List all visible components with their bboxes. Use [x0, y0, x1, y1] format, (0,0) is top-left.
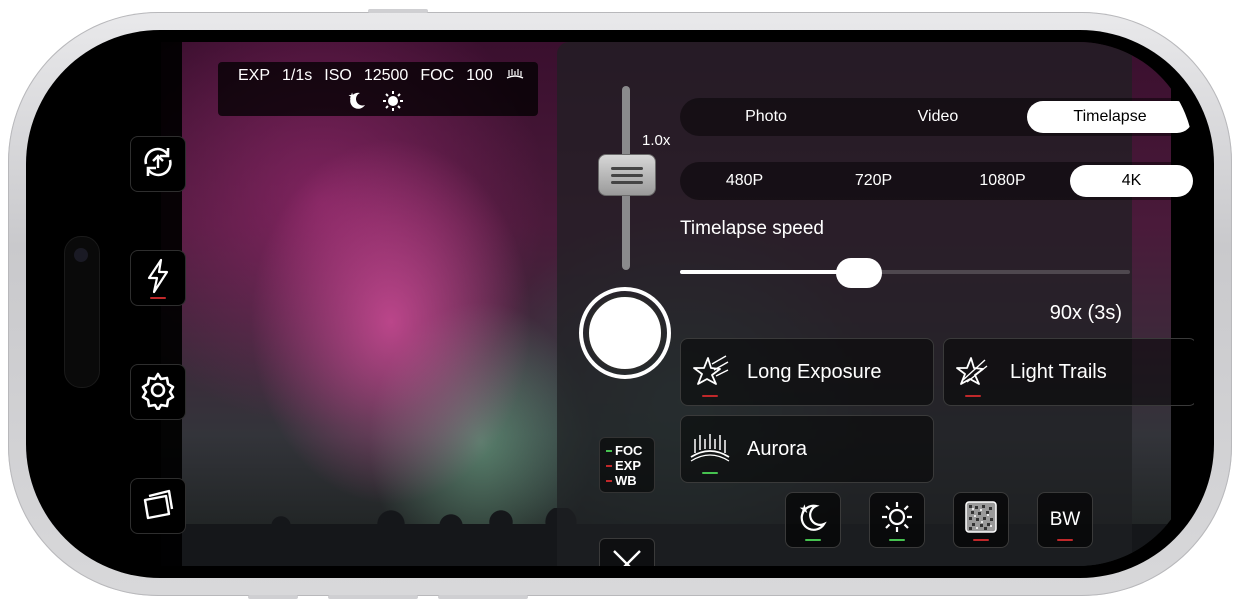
aurora-icon	[505, 67, 525, 86]
long-exposure-icon	[681, 339, 739, 405]
mode-photo-tab[interactable]: Photo	[683, 101, 849, 133]
gallery-button[interactable]	[130, 478, 186, 534]
exp-indicator: EXP	[606, 458, 641, 473]
moon-star-icon: ★	[346, 90, 368, 117]
foc-value: 100	[466, 67, 493, 84]
exp-value: 1/1s	[282, 67, 313, 84]
noise-filter-indicator	[973, 539, 989, 541]
resolution-720p[interactable]: 720P	[812, 165, 935, 197]
capture-mode-selector: Photo Video Timelapse	[680, 98, 1194, 136]
resolution-1080p[interactable]: 1080P	[941, 165, 1064, 197]
flash-button[interactable]	[130, 250, 186, 306]
manual-controls-button[interactable]: FOC EXP WB	[599, 437, 655, 493]
noise-filter-button[interactable]	[953, 492, 1009, 548]
night-mode-button[interactable]: ★	[785, 492, 841, 548]
timelapse-slider-fill	[680, 270, 842, 274]
volume-button	[438, 595, 528, 599]
volume-button	[328, 595, 418, 599]
close-icon	[610, 547, 644, 566]
aurora-icon	[681, 416, 739, 482]
bw-label: BW	[1049, 509, 1081, 530]
settings-button[interactable]	[130, 364, 186, 420]
aurora-indicator	[702, 472, 718, 474]
zoom-label: 1.0x	[642, 132, 671, 149]
bw-filter-button[interactable]: BW	[1037, 492, 1093, 548]
flash-icon	[143, 258, 173, 299]
resolution-480p[interactable]: 480P	[683, 165, 806, 197]
shutter-button[interactable]	[579, 287, 671, 379]
timelapse-speed-value: 90x (3s)	[1049, 302, 1122, 324]
bw-filter-indicator	[1057, 539, 1073, 541]
light-trails-icon	[944, 339, 1002, 405]
sun-icon	[880, 500, 914, 540]
gear-icon	[138, 370, 178, 415]
noise-icon	[965, 501, 997, 539]
effect-long-exposure[interactable]: Long Exposure	[680, 338, 934, 406]
exposure-info-panel: EXP 1/1s ISO 12500 FOC 100 ★	[218, 62, 538, 116]
effect-light-trails[interactable]: Light Trails	[943, 338, 1194, 406]
iso-label: ISO	[324, 67, 352, 84]
rotate-camera-icon	[138, 142, 178, 187]
long-exposure-indicator	[702, 395, 718, 397]
foc-label: FOC	[420, 67, 455, 84]
svg-text:★: ★	[348, 92, 356, 102]
foc-indicator: FOC	[606, 443, 642, 458]
top-button	[368, 9, 428, 13]
effect-aurora-label: Aurora	[747, 437, 808, 460]
flash-off-indicator	[150, 297, 166, 299]
volume-button	[248, 595, 298, 599]
shutter-inner	[587, 295, 663, 371]
exposure-info-row: EXP 1/1s ISO 12500 FOC 100	[238, 67, 525, 86]
timelapse-speed-label: Timelapse speed	[680, 218, 824, 239]
dynamic-island	[64, 236, 100, 388]
gallery-icon	[138, 484, 178, 529]
light-trails-indicator	[965, 395, 981, 397]
bezel: EXP 1/1s ISO 12500 FOC 100 ★ 1.0x FOC EX…	[26, 30, 1214, 578]
night-mode-indicator	[805, 539, 821, 541]
effect-light-trails-label: Light Trails	[1010, 360, 1107, 383]
effect-aurora[interactable]: Aurora	[680, 415, 934, 483]
close-button[interactable]	[599, 538, 655, 566]
resolution-4k[interactable]: 4K	[1070, 165, 1193, 197]
iso-value: 12500	[363, 67, 409, 84]
info-mode-icons: ★	[346, 90, 404, 117]
svg-text:★: ★	[799, 502, 810, 516]
mode-timelapse-tab[interactable]: Timelapse	[1027, 101, 1193, 133]
phone-frame: EXP 1/1s ISO 12500 FOC 100 ★ 1.0x FOC EX…	[8, 9, 1232, 599]
exp-label: EXP	[238, 67, 271, 84]
day-mode-button[interactable]	[869, 492, 925, 548]
moon-star-icon: ★	[796, 500, 830, 540]
day-mode-indicator	[889, 539, 905, 541]
timelapse-speed-slider[interactable]	[680, 270, 1130, 274]
timelapse-slider-thumb[interactable]	[836, 258, 882, 288]
screen: EXP 1/1s ISO 12500 FOC 100 ★ 1.0x FOC EX…	[46, 42, 1194, 566]
front-camera	[74, 248, 88, 262]
resolution-selector: 480P 720P 1080P 4K	[680, 162, 1194, 200]
zoom-slider-thumb[interactable]	[598, 154, 656, 196]
sun-icon	[382, 90, 404, 117]
switch-camera-button[interactable]	[130, 136, 186, 192]
wb-indicator: WB	[606, 473, 637, 488]
effect-long-exposure-label: Long Exposure	[747, 360, 882, 383]
mode-video-tab[interactable]: Video	[855, 101, 1021, 133]
